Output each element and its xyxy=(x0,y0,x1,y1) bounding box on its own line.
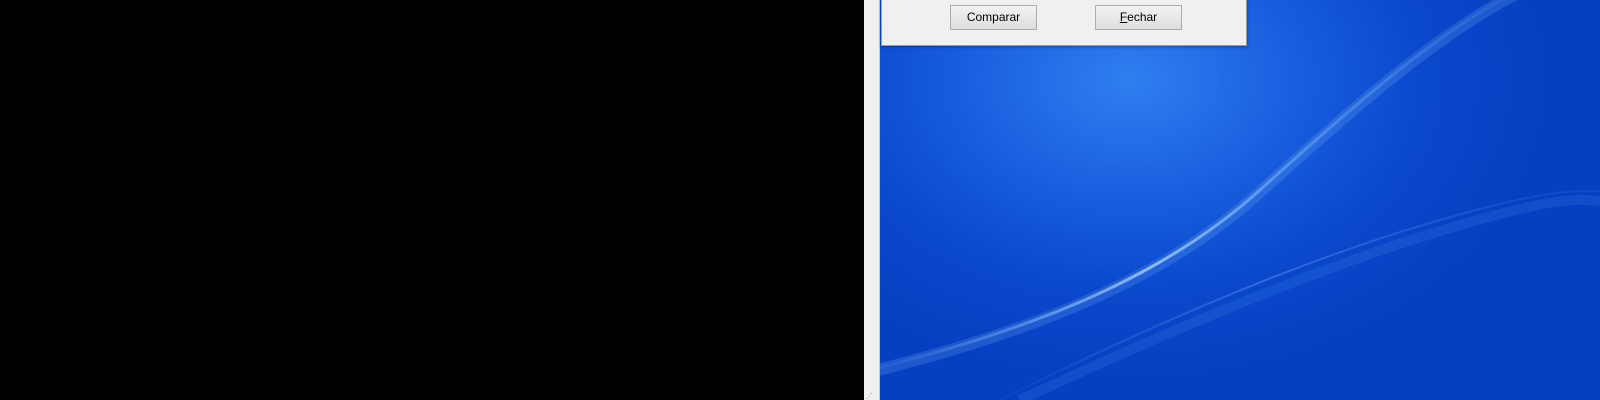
black-console-area xyxy=(0,0,864,400)
wallpaper-light-streaks xyxy=(880,0,1600,400)
desktop-wallpaper xyxy=(880,0,1600,400)
close-button[interactable]: Fechar xyxy=(1095,5,1182,30)
resize-grip-icon[interactable]: ⋰ xyxy=(866,393,873,400)
compare-dialog: Comparar Fechar xyxy=(881,0,1247,46)
close-label-rest: echar xyxy=(1127,10,1158,24)
compare-button[interactable]: Comparar xyxy=(950,5,1037,30)
window-splitter[interactable] xyxy=(864,0,880,400)
